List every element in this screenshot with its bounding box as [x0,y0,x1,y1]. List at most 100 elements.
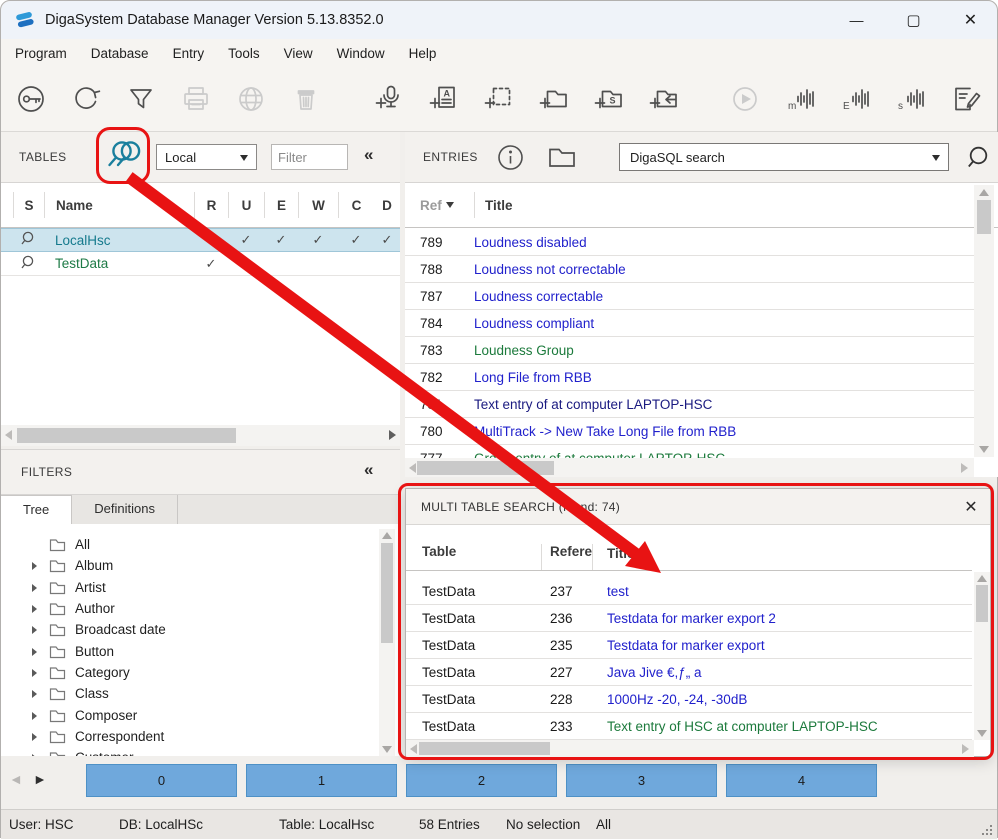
close-icon[interactable]: ✕ [958,494,984,520]
add-import-folder-icon[interactable] [646,82,680,117]
scroll-down-icon[interactable] [382,746,392,753]
scroll-left-icon[interactable] [5,430,12,440]
add-folder-icon[interactable] [536,82,570,117]
pager-next-icon[interactable]: ► [33,771,47,787]
search-result-row[interactable]: TestData235Testdata for marker export [406,632,972,659]
print-icon[interactable] [179,82,213,117]
tree-item[interactable]: Artist [1,577,371,598]
col-header-r[interactable]: R [194,192,228,218]
edit-entry-icon[interactable] [948,82,982,117]
sort-caret-icon[interactable] [446,202,454,208]
popup-vscrollbar-thumb[interactable] [976,585,988,622]
popup-hscrollbar[interactable] [406,740,974,757]
maximize-button[interactable]: ▢ [885,1,942,39]
col-header-reference[interactable]: Refere [542,544,593,570]
expand-caret-icon[interactable] [32,562,37,570]
search-result-row[interactable]: TestData2281000Hz -20, -24, -30dB [406,686,972,713]
expand-caret-icon[interactable] [32,626,37,634]
entries-vscrollbar-thumb[interactable] [977,200,991,234]
popup-hscrollbar-thumb[interactable] [419,742,550,755]
multitrack-editor-icon[interactable]: m [783,82,817,117]
filter-icon[interactable] [124,82,158,117]
play-icon[interactable] [728,82,762,117]
search-result-row[interactable]: TestData233Text entry of HSC at computer… [406,713,972,740]
expand-caret-icon[interactable] [32,669,37,677]
add-audio-entry-icon[interactable] [371,82,405,117]
add-text-entry-icon[interactable]: A [426,82,460,117]
tab-tree[interactable]: Tree [1,495,72,524]
expand-caret-icon[interactable] [32,754,37,757]
filters-collapse-button[interactable]: « [364,460,373,480]
pager-button-1[interactable]: 1 [246,764,397,797]
scroll-down-icon[interactable] [977,730,987,737]
scroll-up-icon[interactable] [977,575,987,582]
col-header-c[interactable]: C [338,192,374,218]
scroll-left-icon[interactable] [410,744,417,754]
popup-vscrollbar[interactable] [974,572,990,740]
search-result-row[interactable]: TestData237test [406,578,972,605]
scroll-up-icon[interactable] [382,532,392,539]
col-header-ref[interactable]: Ref [405,198,442,213]
menu-help[interactable]: Help [399,42,447,65]
col-header-title[interactable]: Title [474,192,513,218]
expand-caret-icon[interactable] [32,690,37,698]
pager-prev-icon[interactable]: ◄ [9,771,23,787]
col-header-name[interactable]: Name [44,192,194,218]
expand-caret-icon[interactable] [32,712,37,720]
tree-item[interactable]: Correspondent [1,726,371,747]
expand-caret-icon[interactable] [32,605,37,613]
tree-item[interactable]: Category [1,662,371,683]
close-button[interactable]: ✕ [942,1,998,39]
col-header-title[interactable]: Title [593,546,635,570]
entry-row[interactable]: 787Loudness correctable [405,283,974,310]
menu-program[interactable]: Program [5,42,77,65]
easytrack-editor-icon[interactable]: E [838,82,872,117]
tree-vscrollbar-thumb[interactable] [381,543,393,643]
table-row[interactable]: LocalHsc ✓ ✓ ✓ ✓ ✓ ✓ [1,228,400,252]
entries-hscrollbar[interactable] [405,458,974,477]
entry-row[interactable]: 784Loudness compliant [405,310,974,337]
menu-view[interactable]: View [274,42,323,65]
tree-item[interactable]: Album [1,555,371,576]
tables-collapse-button[interactable]: « [364,145,373,165]
web-icon[interactable] [234,82,268,117]
col-header-e[interactable]: E [264,192,298,218]
digasql-search-combo[interactable]: DigaSQL search [619,143,949,171]
singletrack-editor-icon[interactable]: s [893,82,927,117]
table-scope-select[interactable]: Local [156,144,257,170]
tree-item[interactable]: Button [1,641,371,662]
expand-caret-icon[interactable] [32,584,37,592]
entry-row[interactable]: 788Loudness not correctable [405,256,974,283]
tree-item[interactable]: Broadcast date [1,619,371,640]
menu-window[interactable]: Window [327,42,395,65]
key-icon[interactable] [14,82,48,117]
expand-caret-icon[interactable] [32,648,37,656]
tab-definitions[interactable]: Definitions [72,495,178,524]
entry-row[interactable]: 781Text entry of at computer LAPTOP-HSC [405,391,974,418]
entry-row[interactable]: 780MultiTrack -> New Take Long File from… [405,418,974,445]
tree-item[interactable]: Author [1,598,371,619]
col-header-d[interactable]: D [374,192,400,218]
table-search-icon[interactable] [13,231,44,249]
table-row[interactable]: TestData ✓ ✓ [1,252,400,276]
folder-icon[interactable] [548,147,576,173]
scroll-right-icon[interactable] [962,744,969,754]
scroll-left-icon[interactable] [409,463,416,473]
menu-database[interactable]: Database [81,42,159,65]
add-subject-folder-icon[interactable]: S [591,82,625,117]
refresh-icon[interactable] [69,82,103,117]
search-result-row[interactable]: TestData227Java Jive €,ƒ„ a [406,659,972,686]
delete-icon[interactable] [289,82,323,117]
expand-caret-icon[interactable] [32,733,37,741]
scroll-down-icon[interactable] [979,446,989,453]
col-header-u[interactable]: U [228,192,264,218]
col-header-table[interactable]: Table [406,544,542,570]
search-result-row[interactable]: TestData236Testdata for marker export 2 [406,605,972,632]
tree-item[interactable]: All [1,534,371,555]
pager-button-4[interactable]: 4 [726,764,877,797]
col-header-w[interactable]: W [298,192,338,218]
scroll-right-icon[interactable] [961,463,968,473]
tree-item[interactable]: Customer [1,747,371,756]
scroll-right-icon[interactable] [389,430,396,440]
info-icon[interactable] [497,144,524,176]
